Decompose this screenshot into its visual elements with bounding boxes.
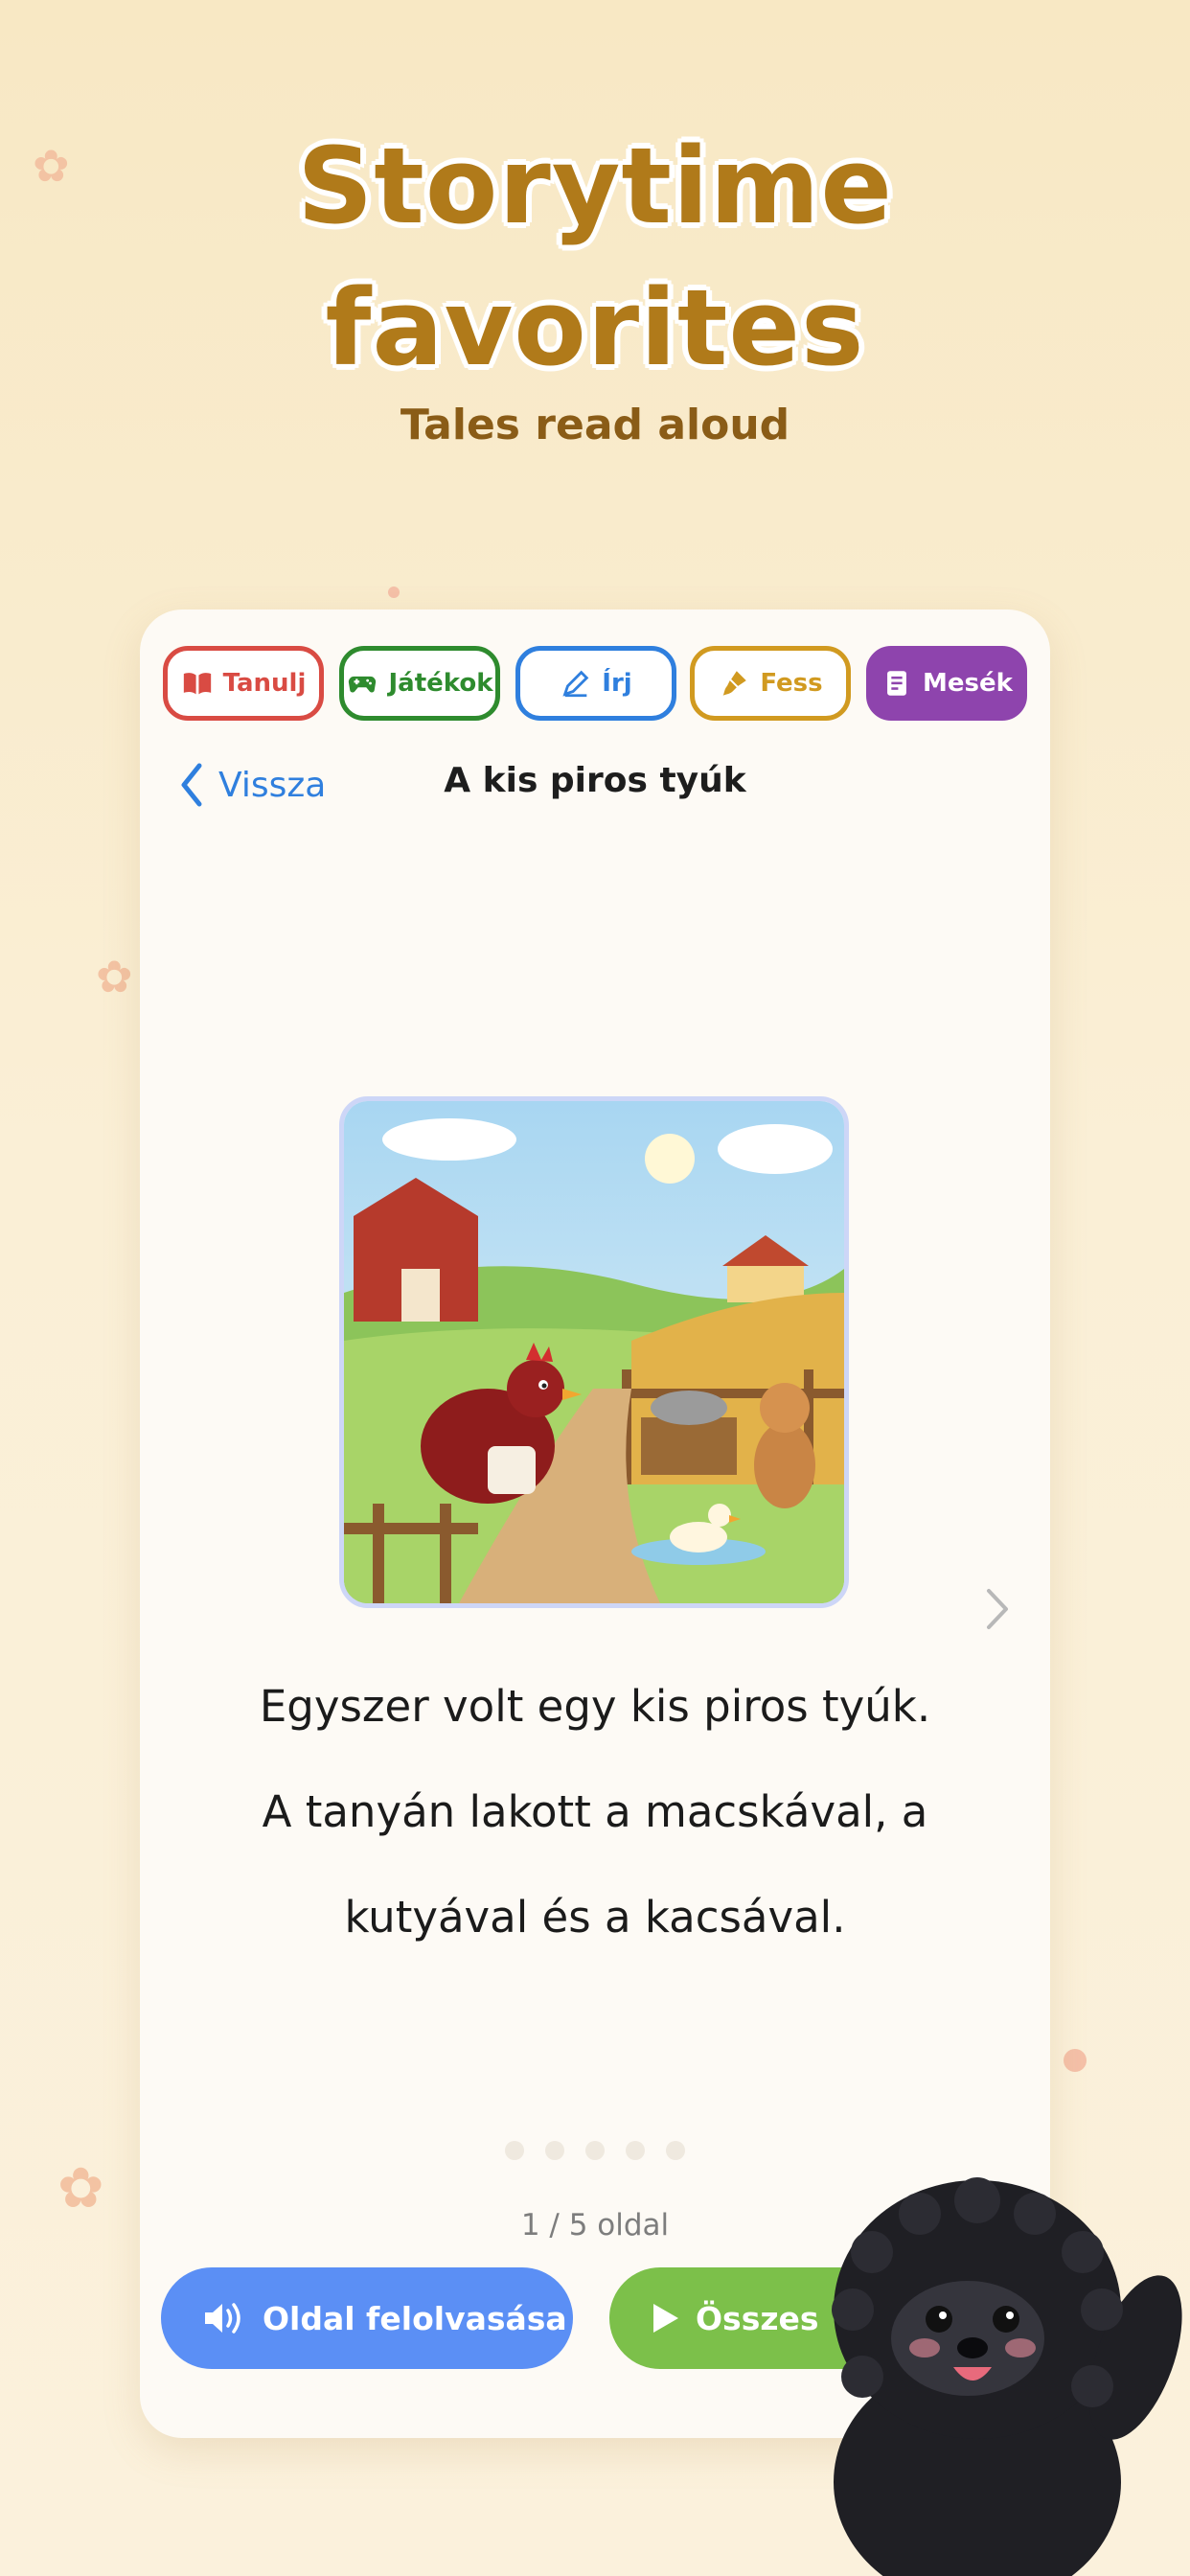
flower-decoration: ✿ bbox=[57, 2155, 104, 2220]
speaker-icon bbox=[205, 2303, 240, 2334]
gamepad-icon bbox=[349, 676, 377, 693]
hero-subtitle: Tales read aloud bbox=[400, 401, 790, 449]
dot-decoration bbox=[1064, 2049, 1087, 2072]
story-line: kutyával és a kacsával. bbox=[344, 1892, 846, 1943]
storybook-icon bbox=[887, 671, 906, 696]
page-dot[interactable] bbox=[585, 2141, 605, 2160]
page-dot[interactable] bbox=[545, 2141, 564, 2160]
tab-fess[interactable]: Fess bbox=[690, 646, 851, 721]
play-icon bbox=[653, 2304, 678, 2333]
story-illustration bbox=[339, 1096, 849, 1608]
tab-mesek[interactable]: Mesék bbox=[866, 646, 1027, 721]
story-line: A tanyán lakott a macskával, a bbox=[262, 1786, 928, 1837]
app-screen-card: Tanulj Játékok Írj Fess Mesék Vissza A k… bbox=[140, 610, 1050, 2438]
dot-decoration bbox=[388, 586, 400, 598]
story-line: Egyszer volt egy kis piros tyúk. bbox=[259, 1681, 931, 1732]
page-dot[interactable] bbox=[626, 2141, 645, 2160]
tab-jatekok[interactable]: Játékok bbox=[339, 646, 500, 721]
tab-irj[interactable]: Írj bbox=[515, 646, 676, 721]
page-dots bbox=[140, 2141, 1050, 2160]
page-dot[interactable] bbox=[666, 2141, 685, 2160]
page-title: A kis piros tyúk bbox=[444, 761, 746, 800]
hero-title: Storytime favorites bbox=[297, 125, 893, 389]
read-page-button[interactable]: Oldal felolvasása bbox=[161, 2267, 573, 2369]
tab-tanulj[interactable]: Tanulj bbox=[163, 646, 324, 721]
paintbrush-icon bbox=[723, 671, 747, 696]
pencil-icon bbox=[562, 670, 589, 698]
chevron-right-icon[interactable] bbox=[983, 1585, 1012, 1633]
story-text: Egyszer volt egy kis piros tyúk. A tanyá… bbox=[140, 1654, 1050, 1970]
puli-dog-mascot bbox=[832, 2177, 1182, 2576]
book-icon bbox=[183, 673, 211, 695]
page-dot[interactable] bbox=[505, 2141, 524, 2160]
flower-decoration: ✿ bbox=[96, 951, 133, 1002]
